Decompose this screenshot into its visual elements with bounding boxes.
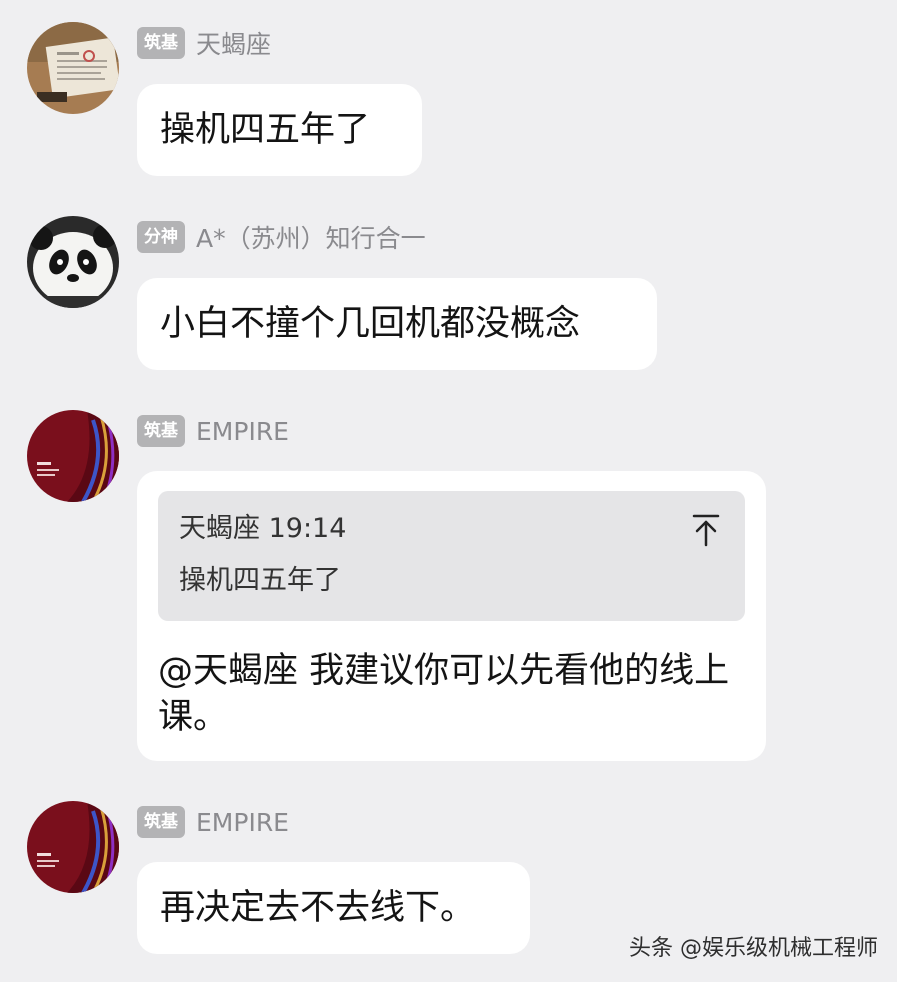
quoted-author-time: 天蝎座 19:14 <box>179 513 347 544</box>
message-bubble[interactable]: 天蝎座 19:14 操机四五年了 @天蝎座 我建议你可以先看他的线上课。 <box>137 471 766 761</box>
dark-red-abstract-avatar <box>27 410 119 502</box>
message-bubble[interactable]: 小白不撞个几回机都没概念 <box>137 278 657 370</box>
dark-red-abstract-avatar <box>27 801 119 893</box>
quoted-text: 操机四五年了 <box>179 565 341 596</box>
reply-text: @天蝎座 我建议你可以先看他的线上课。 <box>158 651 730 737</box>
message-bubble[interactable]: 再决定去不去线下。 <box>137 862 530 954</box>
user-avatar[interactable] <box>27 801 119 893</box>
message-header: 筑基 EMPIRE <box>137 804 289 840</box>
message-header: 筑基 EMPIRE <box>137 413 289 449</box>
panda-photo-avatar <box>27 216 119 308</box>
arrow-up-to-top-icon[interactable] <box>691 513 721 547</box>
username[interactable]: 天蝎座 <box>196 25 271 61</box>
rank-badge: 筑基 <box>137 415 185 447</box>
username[interactable]: EMPIRE <box>196 808 289 837</box>
user-avatar[interactable] <box>27 22 119 114</box>
rank-badge: 筑基 <box>137 27 185 59</box>
username[interactable]: EMPIRE <box>196 417 289 446</box>
message-bubble[interactable]: 操机四五年了 <box>137 84 422 176</box>
message-header: 筑基 天蝎座 <box>137 25 271 61</box>
watermark: 头条 @娱乐级机械工程师 <box>629 936 878 961</box>
newspaper-photo-avatar <box>27 22 119 114</box>
rank-badge: 分神 <box>137 221 185 253</box>
quoted-message[interactable]: 天蝎座 19:14 操机四五年了 <box>158 491 745 621</box>
message-header: 分神 A*（苏州）知行合一 <box>137 219 426 255</box>
user-avatar[interactable] <box>27 216 119 308</box>
rank-badge: 筑基 <box>137 806 185 838</box>
username[interactable]: A*（苏州）知行合一 <box>196 219 426 255</box>
user-avatar[interactable] <box>27 410 119 502</box>
